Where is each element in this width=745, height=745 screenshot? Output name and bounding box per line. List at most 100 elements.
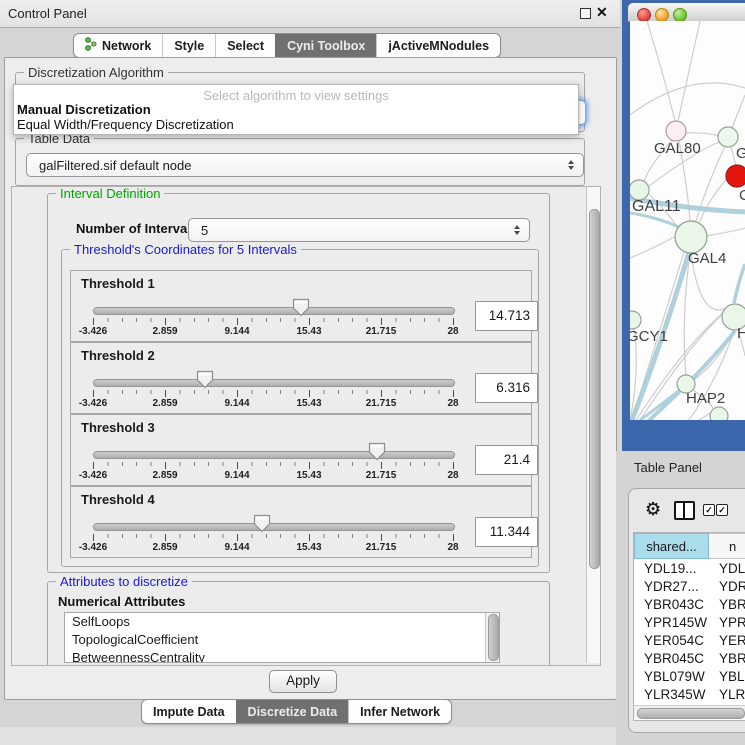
minimize-traffic-light-icon[interactable] [655,8,669,22]
table-row[interactable]: YLR345WYLR3 [634,686,745,704]
column-header-name[interactable]: n [709,533,745,559]
slider-track[interactable] [93,451,455,459]
subtab-discretize-data[interactable]: Discretize Data [236,700,349,723]
cell-shared-name[interactable]: YBR045C [634,650,709,668]
slider-tick-label: -3.426 [68,470,118,481]
cell-shared-name[interactable]: YBR043C [634,596,709,614]
table-row[interactable]: YDR27...YDR2 [634,578,745,596]
tab-style[interactable]: Style [162,34,215,57]
network-node[interactable] [675,221,707,253]
cell-name[interactable]: YDL1 [709,560,745,578]
subtab-infer-network[interactable]: Infer Network [348,700,451,723]
slider-thumb[interactable] [253,514,271,533]
algorithm-hint-item[interactable]: Select algorithm to view settings [14,88,578,103]
cell-shared-name[interactable]: YER054C [634,632,709,650]
table-row[interactable]: YBR045CYBR0 [634,650,745,668]
table-row[interactable]: YPR145WYPR1 [634,614,745,632]
cell-name[interactable]: YER0 [709,632,745,650]
table-row[interactable]: YDL19...YDL1 [634,560,745,578]
close-icon[interactable]: ✕ [596,4,608,21]
threshold-panel-3: Threshold 3-3.4262.8599.14415.4321.71528… [70,414,532,486]
float-window-icon[interactable] [580,8,591,19]
number-of-intervals-value: 5 [201,223,208,238]
gear-icon[interactable]: ⚙ [645,499,661,520]
settings-scroll-area: Interval Definition Number of Intervals … [11,186,601,666]
table-data-combo[interactable]: galFiltered.sif default node [26,153,584,177]
tab-jactivemnodules[interactable]: jActiveMNodules [376,34,500,57]
cyni-toolbox-panel: Discretization Algorithm Table Data galF… [4,57,617,700]
slider-thumb[interactable] [292,298,310,317]
network-view-canvas[interactable]: GAL80 GA C GAL11 GAL4 GCY1 H HAP2 [630,21,745,420]
attributes-list-scrollbar[interactable] [485,613,499,662]
cell-shared-name[interactable]: YLR345W [634,686,709,704]
slider-track[interactable] [93,307,455,315]
threshold-value-field[interactable]: 6.316 [475,373,538,403]
network-window-titlebar[interactable] [628,3,745,22]
threshold-value-field[interactable]: 14.713 [475,301,538,331]
network-node[interactable] [710,407,728,420]
number-of-intervals-label: Number of Intervals [76,221,198,236]
threshold-value-field[interactable]: 11.344 [475,517,538,547]
node-label: GAL80 [654,140,701,157]
slider-major-tick [93,534,94,541]
tab-network[interactable]: Network [74,34,162,57]
table-row[interactable]: YER054CYER0 [634,632,745,650]
cell-name[interactable]: YPR1 [709,614,745,632]
discretization-algorithm-label: Discretization Algorithm [24,65,168,80]
algorithm-item-2[interactable]: Equal Width/Frequency Discretization [17,117,234,132]
cell-name[interactable]: YBR0 [709,650,745,668]
table-horizontal-scrollbar[interactable] [634,705,745,718]
cell-shared-name[interactable]: YBL079W [634,668,709,686]
tab-group: NetworkStyleSelectCyni ToolboxjActiveMNo… [73,33,501,58]
threshold-value-field[interactable]: 21.4 [475,445,538,475]
slider-tick-label: 28 [428,542,478,553]
table-row[interactable]: YBR043CYBR0 [634,596,745,614]
attribute-list-item[interactable]: BetweennessCentrality [65,649,499,663]
scrollbar-thumb[interactable] [589,209,600,569]
cell-shared-name[interactable]: YPR145W [634,614,709,632]
network-node[interactable] [718,127,738,147]
network-node-selected[interactable] [726,165,745,187]
slider-major-tick [453,534,454,541]
tab-select[interactable]: Select [215,34,275,57]
tab-cyni-toolbox[interactable]: Cyni Toolbox [275,34,376,57]
slider-tick-label: 15.43 [284,470,334,481]
slider-track[interactable] [93,523,455,531]
slider-thumb[interactable] [196,370,214,389]
network-node[interactable] [630,180,649,200]
cell-shared-name[interactable]: YDL19... [634,560,709,578]
table-columns-icon[interactable] [674,501,695,520]
number-of-intervals-combo[interactable]: 5 [188,218,530,242]
attribute-list-item[interactable]: SelfLoops [65,613,499,631]
checkbox-icon[interactable]: ✓ [703,504,715,516]
slider-tick-label: 9.144 [212,326,262,337]
slider-major-tick [453,390,454,397]
slider-tick-label: 9.144 [212,542,262,553]
node-label: GAL4 [688,250,726,267]
attribute-list-item[interactable]: TopologicalCoefficient [65,631,499,649]
slider-thumb[interactable] [368,442,386,461]
settings-vertical-scrollbar[interactable] [586,187,601,663]
network-node[interactable] [666,121,686,141]
checkbox-icon[interactable]: ✓ [716,504,728,516]
cell-name[interactable]: YBL0 [709,668,745,686]
zoom-traffic-light-icon[interactable] [673,8,687,22]
cell-shared-name[interactable]: YDR27... [634,578,709,596]
cell-name[interactable]: YLR3 [709,686,745,704]
slider-major-tick [165,534,166,541]
numerical-attributes-list[interactable]: SelfLoopsTopologicalCoefficientBetweenne… [64,612,500,663]
scrollbar-thumb[interactable] [637,708,745,719]
cell-name[interactable]: YBR0 [709,596,745,614]
threshold-label: Threshold 3 [81,420,155,435]
subtab-impute-data[interactable]: Impute Data [142,700,236,723]
network-node[interactable] [630,311,641,329]
slider-tick-label: 2.859 [140,470,190,481]
close-traffic-light-icon[interactable] [637,8,651,22]
column-header-shared-name[interactable]: shared... [634,533,709,559]
slider-track[interactable] [93,379,455,387]
table-row[interactable]: YBL079WYBL0 [634,668,745,686]
cell-name[interactable]: YDR2 [709,578,745,596]
apply-button[interactable]: Apply [269,670,337,693]
network-icon [85,37,97,54]
algorithm-item-1[interactable]: Manual Discretization [17,102,151,117]
